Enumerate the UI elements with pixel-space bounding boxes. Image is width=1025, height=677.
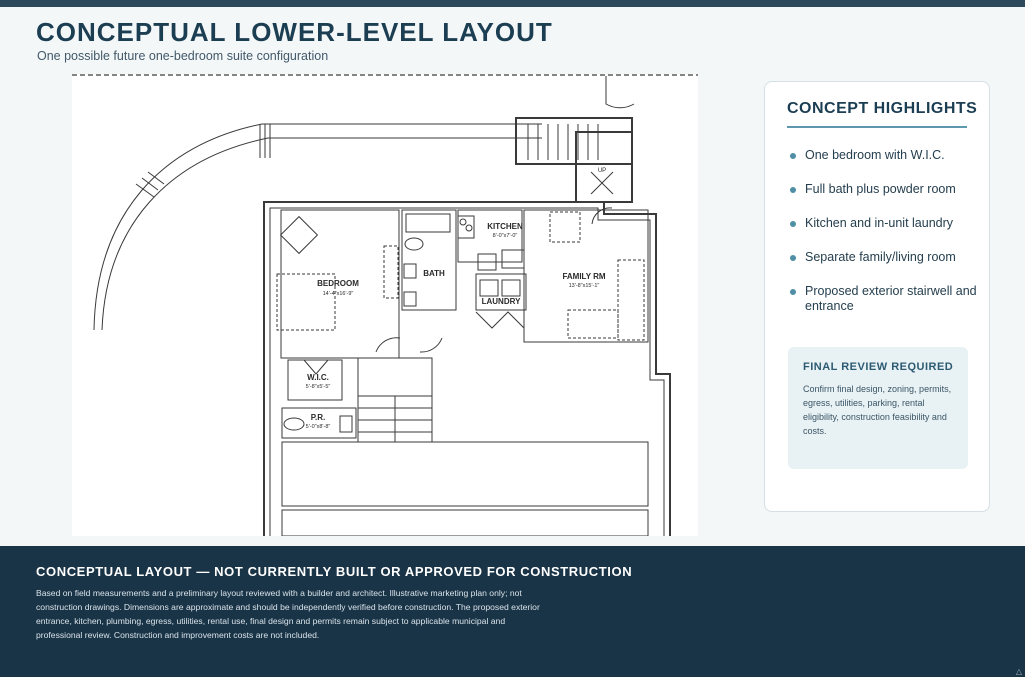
review-title: FINAL REVIEW REQUIRED: [803, 361, 954, 373]
bedroom-label: BEDROOM: [317, 279, 359, 288]
corner-mark-icon: △: [1015, 667, 1022, 676]
disclaimer-footer: CONCEPTUAL LAYOUT — NOT CURRENTLY BUILT …: [0, 546, 1025, 677]
exterior-stairwell: [515, 117, 633, 165]
powder-room-size: 5'-0"x8'-8": [306, 424, 331, 430]
bath-label: BATH: [423, 269, 445, 278]
kitchen-size: 8'-0"x7'-0": [493, 233, 518, 239]
disclaimer-title: CONCEPTUAL LAYOUT — NOT CURRENTLY BUILT …: [36, 564, 633, 579]
wic-label: W.I.C.: [307, 373, 329, 382]
bullet-icon: [790, 289, 796, 295]
top-accent-bar: [0, 0, 1025, 7]
page-title: CONCEPTUAL LOWER-LEVEL LAYOUT: [36, 17, 553, 47]
concept-highlights-card: CONCEPT HIGHLIGHTS One bedroom with W.I.…: [764, 81, 990, 512]
powder-room-label: P.R.: [311, 413, 326, 422]
highlights-divider: [787, 126, 967, 128]
highlight-item: Proposed exterior stairwell and entrance: [789, 284, 979, 314]
walkway-outer: [93, 123, 542, 331]
bullet-icon: [790, 221, 796, 227]
highlight-text: Separate family/living room: [805, 250, 956, 264]
kitchen-label: KITCHEN: [487, 222, 523, 231]
disclaimer-text: Based on field measurements and a prelim…: [36, 588, 540, 640]
stair-up-label: UP: [598, 168, 606, 174]
highlights-list: One bedroom with W.I.C. Full bath plus p…: [789, 148, 979, 333]
bullet-icon: [790, 153, 796, 159]
family-room-size: 13'-8"x15'-1": [569, 283, 600, 289]
family-room-label: FAMILY RM: [562, 272, 605, 281]
bedroom-size: 14'-4"x16'-9": [323, 291, 354, 297]
highlight-text: One bedroom with W.I.C.: [805, 148, 945, 162]
page-subtitle: One possible future one-bedroom suite co…: [37, 49, 329, 63]
highlights-title: CONCEPT HIGHLIGHTS: [787, 100, 978, 117]
floor-plan: BEDROOM 14'-4"x16'-9" BATH KITCHEN 8'-0"…: [72, 74, 698, 536]
bullet-icon: [790, 187, 796, 193]
review-text: Confirm final design, zoning, permits, e…: [803, 384, 952, 436]
floor-plan-drawing: BEDROOM 14'-4"x16'-9" BATH KITCHEN 8'-0"…: [72, 74, 698, 536]
highlight-text: Proposed exterior stairwell and entrance: [805, 284, 977, 313]
wic-size: 5'-8"x5'-5": [306, 384, 331, 390]
highlight-text: Full bath plus powder room: [805, 182, 956, 196]
bath-walls: [401, 209, 457, 311]
highlight-item: One bedroom with W.I.C.: [789, 148, 979, 163]
highlight-item: Separate family/living room: [789, 250, 979, 265]
final-review-box: FINAL REVIEW REQUIRED Confirm final desi…: [788, 347, 968, 469]
highlight-text: Kitchen and in-unit laundry: [805, 216, 954, 230]
bullet-icon: [790, 255, 796, 261]
laundry-label: LAUNDRY: [482, 297, 521, 306]
highlight-item: Kitchen and in-unit laundry: [789, 216, 979, 231]
highlight-item: Full bath plus powder room: [789, 182, 979, 197]
